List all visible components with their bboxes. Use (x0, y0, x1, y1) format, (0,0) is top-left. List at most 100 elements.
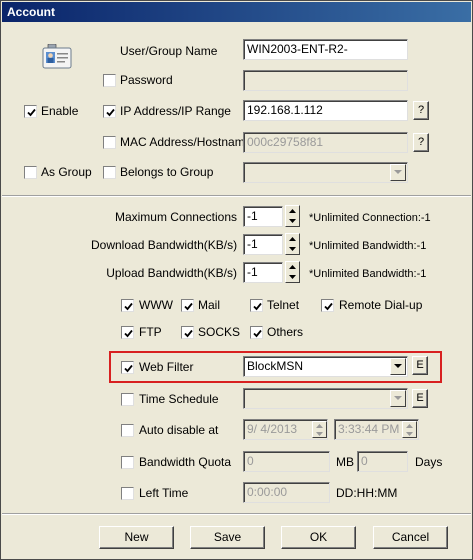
spin-down-icon[interactable] (313, 430, 326, 438)
max-connections-spinner[interactable] (285, 205, 300, 227)
ip-help-button[interactable]: ? (413, 101, 429, 120)
time-schedule-select[interactable] (243, 388, 408, 409)
spin-down-icon[interactable] (286, 272, 299, 282)
bandwidth-quota-checkbox[interactable] (121, 456, 134, 469)
web-filter-value: BlockMSN (247, 359, 304, 373)
socks-checkbox[interactable] (181, 326, 194, 339)
checkmark-icon (324, 302, 333, 311)
chevron-down-icon (394, 396, 402, 400)
ip-address-checkbox[interactable] (103, 105, 116, 118)
bandwidth-quota-mb-unit: MB (336, 455, 354, 469)
user-group-name-field[interactable]: WIN2003-ENT-R2- (243, 39, 408, 60)
bandwidth-quota-days-unit: Days (415, 455, 443, 469)
auto-disable-time: 3:33:44 PM (338, 422, 400, 436)
checkmark-icon (124, 329, 133, 338)
max-connections-field[interactable]: -1 (243, 206, 283, 227)
checkmark-icon (253, 302, 262, 311)
belongs-to-group-select[interactable] (243, 162, 408, 183)
www-label: WWW (139, 298, 173, 312)
upload-bandwidth-label: Upload Bandwidth(KB/s) (106, 266, 237, 280)
mac-address-label: MAC Address/Hostname (120, 135, 252, 149)
enable-label: Enable (41, 104, 79, 118)
www-checkbox[interactable] (121, 299, 134, 312)
ip-address-label: IP Address/IP Range (120, 104, 231, 118)
ftp-label: FTP (139, 325, 162, 339)
spin-up-icon[interactable] (403, 422, 416, 430)
spin-up-icon[interactable] (313, 422, 326, 430)
password-label: Password (120, 73, 173, 87)
remote-dialup-label: Remote Dial-up (339, 298, 423, 312)
checkmark-icon (27, 108, 36, 117)
left-time-label: Left Time (139, 486, 189, 500)
separator-top (2, 195, 471, 197)
belongs-to-group-checkbox[interactable] (103, 166, 116, 179)
password-field[interactable] (243, 70, 408, 91)
spin-down-icon[interactable] (286, 216, 299, 226)
left-time-format: DD:HH:MM (336, 486, 398, 500)
auto-disable-date: 9/ 4/2013 (247, 422, 298, 436)
mac-help-button[interactable]: ? (413, 133, 429, 152)
belongs-to-group-label: Belongs to Group (120, 165, 214, 179)
belongs-dropdown-button[interactable] (390, 164, 406, 181)
save-button[interactable]: Save (190, 526, 265, 549)
ip-address-field[interactable]: 192.168.1.112 (243, 100, 408, 121)
spin-down-icon[interactable] (286, 244, 299, 254)
telnet-checkbox[interactable] (250, 299, 263, 312)
download-bandwidth-label: Download Bandwidth(KB/s) (91, 238, 238, 252)
spin-down-icon[interactable] (403, 430, 416, 438)
time-schedule-label: Time Schedule (139, 392, 219, 406)
web-filter-dropdown-button[interactable] (390, 358, 406, 375)
time-schedule-dropdown-button[interactable] (390, 390, 406, 407)
bandwidth-quota-mb-field[interactable]: 0 (243, 451, 330, 472)
checkmark-icon (106, 108, 115, 117)
auto-disable-checkbox[interactable] (121, 424, 134, 437)
remote-dialup-checkbox[interactable] (321, 299, 334, 312)
as-group-checkbox[interactable] (24, 166, 37, 179)
auto-disable-time-spinner[interactable] (402, 421, 417, 438)
ftp-checkbox[interactable] (121, 326, 134, 339)
auto-disable-date-spinner[interactable] (312, 421, 327, 438)
spin-up-icon[interactable] (286, 262, 299, 272)
chevron-down-icon (394, 364, 402, 368)
upload-bandwidth-spinner[interactable] (285, 261, 300, 283)
chevron-down-icon (394, 170, 402, 174)
upload-bandwidth-field[interactable]: -1 (243, 262, 283, 283)
bandwidth-quota-label: Bandwidth Quota (139, 455, 232, 469)
web-filter-edit-button[interactable]: E (412, 356, 428, 375)
left-time-field[interactable]: 0:00:00 (243, 482, 330, 503)
others-label: Others (267, 325, 304, 339)
ok-button[interactable]: OK (281, 526, 356, 549)
upload-bandwidth-note: *Unlimited Bandwidth:-1 (309, 268, 427, 280)
left-time-checkbox[interactable] (121, 487, 134, 500)
mail-checkbox[interactable] (181, 299, 194, 312)
download-bandwidth-spinner[interactable] (285, 233, 300, 255)
max-connections-label: Maximum Connections (114, 210, 237, 224)
checkmark-icon (124, 302, 133, 311)
web-filter-label: Web Filter (139, 360, 194, 374)
auto-disable-label: Auto disable at (139, 423, 219, 437)
max-connections-note: *Unlimited Connection:-1 (309, 212, 431, 224)
checkmark-icon (184, 329, 193, 338)
telnet-label: Telnet (267, 298, 300, 312)
as-group-label: As Group (41, 165, 92, 179)
bandwidth-quota-days-field[interactable]: 0 (357, 451, 408, 472)
user-group-name-label: User/Group Name (120, 44, 218, 58)
socks-label: SOCKS (198, 325, 241, 339)
web-filter-select[interactable]: BlockMSN (243, 356, 408, 377)
cancel-button[interactable]: Cancel (373, 526, 448, 549)
checkmark-icon (124, 364, 133, 373)
time-schedule-checkbox[interactable] (121, 393, 134, 406)
account-dialog: Account User/Group Name WIN2003-ENT-R2- … (0, 0, 473, 560)
web-filter-checkbox[interactable] (121, 361, 134, 374)
mac-address-field[interactable]: 000c29758f81 (243, 132, 408, 153)
new-button[interactable]: New (99, 526, 174, 549)
enable-checkbox[interactable] (24, 105, 37, 118)
time-schedule-edit-button[interactable]: E (412, 389, 428, 408)
spin-up-icon[interactable] (286, 206, 299, 216)
others-checkbox[interactable] (250, 326, 263, 339)
download-bandwidth-field[interactable]: -1 (243, 234, 283, 255)
separator-bottom (2, 513, 471, 515)
password-checkbox[interactable] (103, 74, 116, 87)
mac-address-checkbox[interactable] (103, 136, 116, 149)
spin-up-icon[interactable] (286, 234, 299, 244)
